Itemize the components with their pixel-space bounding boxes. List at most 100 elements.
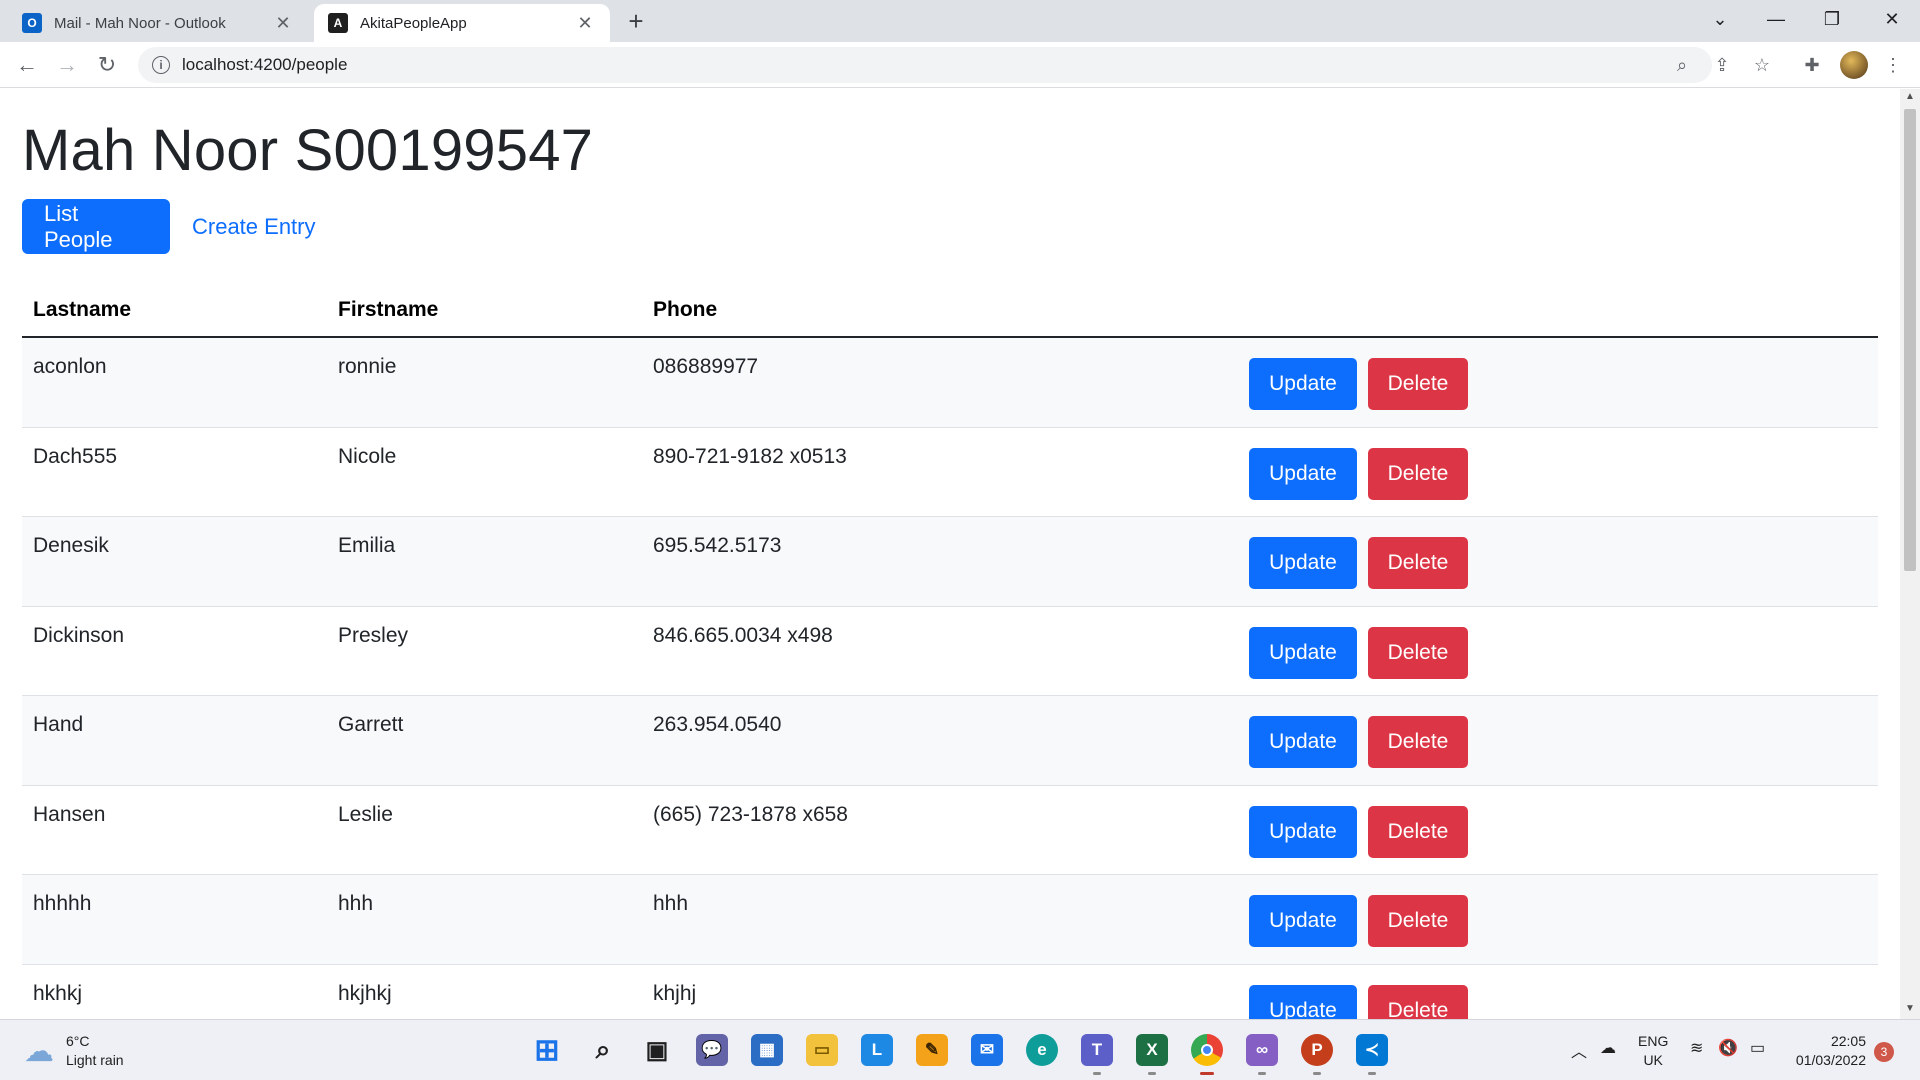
cell-lastname: Dach555 [33, 444, 118, 468]
delete-button[interactable]: Delete [1368, 358, 1468, 410]
list-people-button[interactable]: List People [22, 199, 170, 254]
delete-button[interactable]: Delete [1368, 984, 1468, 1019]
table-body: aconlon ronnie 086889977 Update Delete Dach55… [22, 338, 1878, 1019]
cell-firstname: Nicole [338, 444, 397, 468]
share-icon[interactable]: ⇪ [1709, 52, 1735, 78]
update-button[interactable]: Update [1249, 984, 1357, 1019]
close-icon[interactable]: ✕ [272, 13, 294, 34]
delete-button[interactable]: Delete [1368, 626, 1468, 679]
cell-firstname: Leslie [338, 802, 393, 826]
task-view-icon[interactable]: ▣ [641, 1034, 673, 1066]
mail-icon[interactable]: ✉ [971, 1034, 1003, 1066]
update-button[interactable]: Update [1249, 895, 1357, 947]
language-code: ENG [1638, 1033, 1669, 1049]
chevron-up-icon[interactable]: ︿ [1571, 1038, 1587, 1062]
page-scrollbar[interactable]: ▲ ▼ [1900, 89, 1920, 1019]
cell-firstname: Presley [338, 623, 409, 647]
close-icon[interactable]: ✕ [574, 13, 596, 34]
cell-lastname: Dickinson [33, 623, 125, 647]
outlook-icon: O [22, 13, 42, 33]
battery-icon[interactable]: ▭ [1750, 1038, 1765, 1058]
tab-outlook[interactable]: O Mail - Mah Noor - Outlook ✕ [8, 4, 308, 42]
table-row: Denesik Emilia 695.542.5173 Update Delete [22, 517, 1878, 607]
update-button[interactable]: Update [1249, 626, 1357, 679]
onedrive-cloud-icon[interactable]: ☁ [1600, 1038, 1616, 1058]
reload-icon[interactable]: ↻ [92, 50, 122, 80]
tab-search-icon[interactable]: ⌄ [1692, 0, 1748, 38]
scrollbar-thumb[interactable] [1904, 109, 1916, 571]
delete-button[interactable]: Delete [1368, 716, 1468, 768]
scroll-up-icon[interactable]: ▲ [1905, 91, 1915, 102]
update-button[interactable]: Update [1249, 805, 1357, 858]
cell-phone: hhh [653, 892, 689, 915]
taskbar-running-indicator [1148, 1072, 1156, 1075]
delete-button[interactable]: Delete [1368, 895, 1468, 947]
paint-app-icon[interactable]: ✎ [916, 1034, 948, 1066]
page-content: Mah Noor S00199547 List People Create En… [0, 89, 1900, 1019]
excel-icon[interactable]: X [1136, 1034, 1168, 1066]
chrome-icon[interactable] [1191, 1034, 1223, 1066]
window-close-button[interactable]: ✕ [1864, 0, 1920, 38]
back-icon[interactable]: ← [12, 50, 42, 80]
store-icon[interactable]: ▦ [751, 1034, 783, 1066]
speaker-muted-icon[interactable]: 🔇 [1718, 1038, 1738, 1058]
clock-date: 01/03/2022 [1795, 1052, 1866, 1068]
chat-icon[interactable]: 💬 [696, 1034, 728, 1066]
file-explorer-icon[interactable]: ▭ [806, 1034, 838, 1066]
delete-button[interactable]: Delete [1368, 537, 1468, 589]
browser-toolbar: ← → ↻ i localhost:4200/people ⌕ ⇪ ☆ ✚ ⋮ [0, 42, 1920, 88]
update-button[interactable]: Update [1249, 537, 1357, 589]
menu-icon[interactable]: ⋮ [1880, 52, 1906, 78]
update-button[interactable]: Update [1249, 716, 1357, 768]
table-header: Lastname Firstname Phone [22, 282, 1878, 338]
forward-icon[interactable]: → [52, 50, 82, 80]
l-app-icon[interactable]: L [861, 1034, 893, 1066]
search-icon[interactable]: ⌕ [587, 1034, 619, 1066]
taskbar-running-indicator [1093, 1072, 1101, 1075]
table-row: aconlon ronnie 086889977 Update Delete [22, 338, 1878, 428]
page-title: Mah Noor S00199547 [22, 118, 594, 183]
people-table: Lastname Firstname Phone aconlon ronnie 08… [22, 282, 1878, 1019]
start-icon[interactable]: ⊞ [531, 1034, 563, 1067]
cell-phone: (665) 723-1878 x658 [653, 802, 848, 826]
taskbar-running-indicator [1200, 1072, 1214, 1075]
bookmark-star-icon[interactable]: ☆ [1749, 52, 1775, 78]
tab-title: AkitaPeopleApp [360, 14, 467, 32]
update-button[interactable]: Update [1249, 447, 1357, 500]
minimize-button[interactable]: — [1748, 0, 1804, 38]
notification-badge[interactable]: 3 [1874, 1042, 1894, 1062]
tab-title: Mail - Mah Noor - Outlook [54, 14, 226, 32]
edge-icon[interactable]: e [1026, 1034, 1058, 1066]
restore-button[interactable]: ❐ [1804, 0, 1860, 38]
url-text: localhost:4200/people [182, 55, 348, 74]
tab-akita-people-app[interactable]: A AkitaPeopleApp ✕ [314, 4, 610, 42]
clock-time: 22:05 [1830, 1033, 1866, 1049]
address-bar[interactable]: i localhost:4200/people [138, 47, 1712, 83]
language-indicator[interactable]: ENG UK [1638, 1032, 1668, 1070]
delete-button[interactable]: Delete [1368, 447, 1468, 500]
teams-icon[interactable]: T [1081, 1034, 1113, 1066]
clock[interactable]: 22:05 01/03/2022 [1790, 1032, 1866, 1070]
cell-lastname: aconlon [33, 355, 107, 378]
site-info-icon[interactable]: i [152, 56, 170, 74]
weather-temp: 6°C [66, 1033, 90, 1049]
profile-avatar[interactable] [1840, 51, 1868, 79]
create-entry-link[interactable]: Create Entry [170, 199, 338, 254]
rain-cloud-icon: ☁ [24, 1034, 54, 1068]
new-tab-button[interactable]: + [622, 8, 650, 36]
zoom-icon[interactable]: ⌕ [1669, 52, 1695, 78]
weather-widget[interactable]: ☁ 6°C Light rain [24, 1032, 124, 1070]
delete-button[interactable]: Delete [1368, 805, 1468, 858]
cell-firstname: hhh [338, 892, 374, 915]
cell-firstname: Garrett [338, 713, 404, 736]
column-header-firstname: Firstname [338, 298, 439, 321]
powerpoint-icon[interactable]: P [1301, 1034, 1333, 1066]
update-button[interactable]: Update [1249, 358, 1357, 410]
column-header-phone: Phone [653, 298, 718, 321]
visual-studio-icon[interactable]: ∞ [1246, 1034, 1278, 1066]
wifi-icon[interactable]: ≋ [1690, 1038, 1703, 1058]
cell-phone: 086889977 [653, 355, 759, 378]
scroll-down-icon[interactable]: ▼ [1905, 1003, 1915, 1014]
vscode-icon[interactable]: ≺ [1356, 1034, 1388, 1066]
extensions-icon[interactable]: ✚ [1799, 52, 1825, 78]
